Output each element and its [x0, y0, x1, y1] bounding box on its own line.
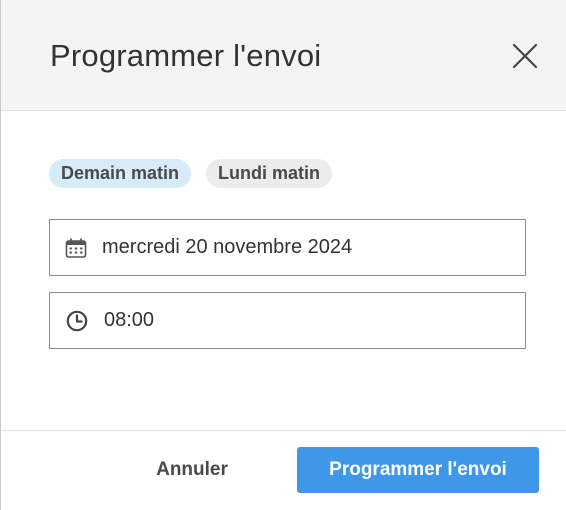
- close-icon: [512, 43, 538, 69]
- dialog-header: Programmer l'envoi: [1, 0, 566, 111]
- date-field[interactable]: mercredi 20 novembre 2024: [49, 219, 526, 276]
- quick-options: Demain matin Lundi matin: [49, 159, 333, 188]
- calendar-icon: [50, 220, 102, 275]
- date-value: mercredi 20 novembre 2024: [102, 236, 353, 258]
- clock-icon: [50, 293, 104, 348]
- chip-demain-matin[interactable]: Demain matin: [49, 159, 192, 188]
- chip-lundi-matin[interactable]: Lundi matin: [206, 159, 333, 188]
- time-value: 08:00: [104, 309, 155, 331]
- cancel-button[interactable]: Annuler: [132, 447, 252, 493]
- time-field[interactable]: 08:00: [49, 292, 526, 349]
- dialog-title: Programmer l'envoi: [50, 38, 322, 73]
- close-button[interactable]: [509, 40, 541, 72]
- schedule-send-dialog: Programmer l'envoi Demain matin Lundi ma…: [0, 0, 566, 510]
- schedule-send-button[interactable]: Programmer l'envoi: [297, 447, 539, 493]
